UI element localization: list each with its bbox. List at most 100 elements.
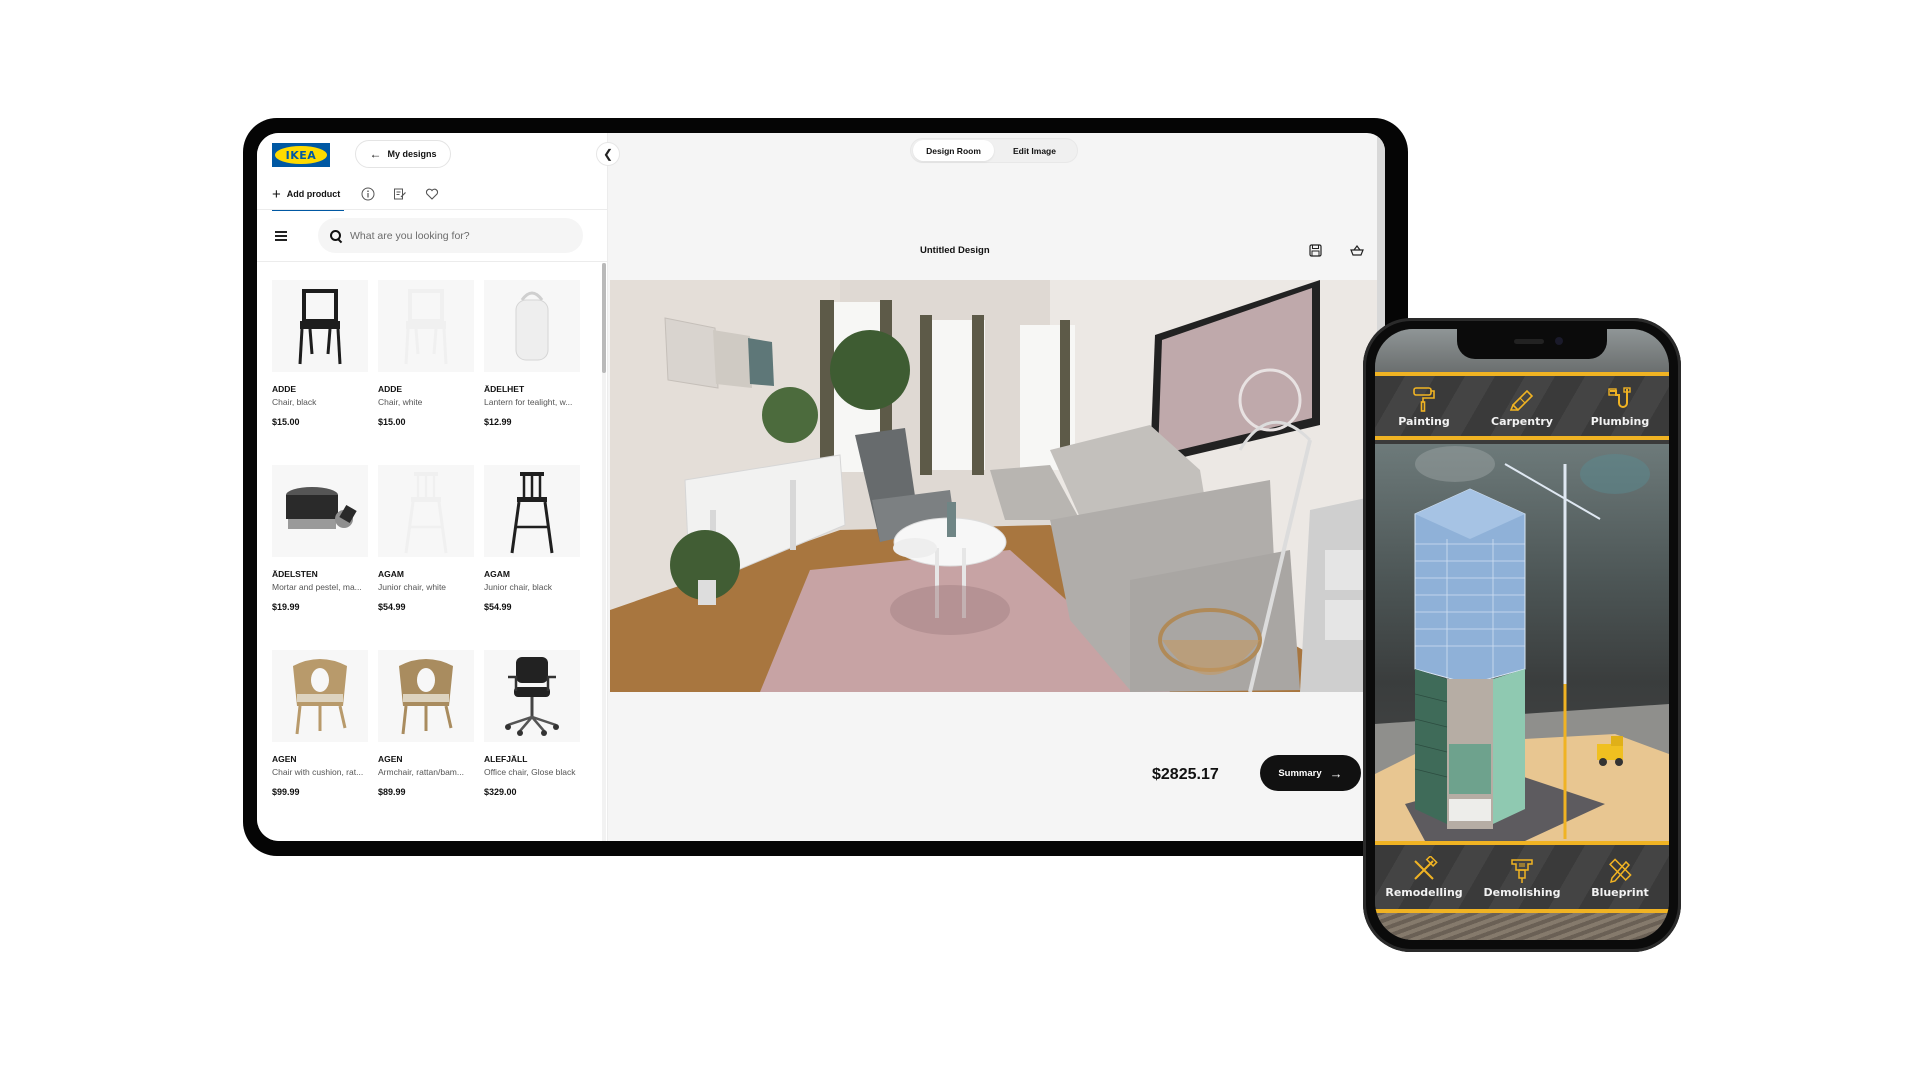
- phone-device: Painting Carpentry Plumbing Remodelling …: [1363, 318, 1681, 952]
- product-image[interactable]: [272, 280, 368, 372]
- product-description: Chair, white: [378, 397, 423, 407]
- product-price: $54.99: [378, 602, 406, 612]
- product-price: $15.00: [378, 417, 406, 427]
- summary-label: Summary: [1278, 767, 1322, 779]
- phone-notch: [1457, 329, 1607, 359]
- product-price: $15.00: [272, 417, 300, 427]
- tab-edit-image[interactable]: Edit Image: [994, 140, 1075, 161]
- product-description: Office chair, Glose black: [484, 767, 576, 777]
- jackhammer-icon: [1511, 858, 1533, 883]
- search-field[interactable]: [318, 218, 583, 253]
- tab-design-room[interactable]: Design Room: [913, 140, 994, 161]
- hammer-wrench-icon: [1414, 855, 1438, 880]
- menu-icon[interactable]: [275, 231, 287, 241]
- product-card[interactable]: ADDE Chair, white $15.00: [378, 280, 484, 455]
- product-name: AGEN: [272, 754, 297, 764]
- product-card[interactable]: ADDE Chair, black $15.00: [272, 280, 378, 455]
- product-name: AGAM: [484, 569, 510, 579]
- scrollbar-thumb[interactable]: [602, 263, 606, 373]
- search-icon: [330, 229, 342, 242]
- service-plumbing[interactable]: Plumbing: [1575, 385, 1665, 428]
- product-image[interactable]: [484, 650, 580, 742]
- product-description: Junior chair, white: [378, 582, 447, 592]
- view-mode-toggle: Design Room Edit Image: [910, 138, 1078, 163]
- divider: [257, 261, 607, 262]
- pipe-icon: [1608, 386, 1631, 408]
- save-icon[interactable]: [1308, 243, 1322, 257]
- product-sidebar: IKEA ← My designs + Add product What are…: [257, 133, 608, 841]
- product-name: ÄDELSTEN: [272, 569, 318, 579]
- product-card[interactable]: ÄDELHET Lantern for tealight, w... $12.99: [484, 280, 590, 455]
- product-description: Lantern for tealight, w...: [484, 397, 573, 407]
- product-price: $99.99: [272, 787, 300, 797]
- product-card[interactable]: AGAM Junior chair, black $54.99: [484, 465, 590, 640]
- ikea-logo[interactable]: IKEA: [272, 143, 330, 167]
- marketing-composite: IKEA ← My designs + Add product What are…: [0, 0, 1920, 1080]
- product-description: Chair with cushion, rat...: [272, 767, 364, 777]
- top-services-bar: Painting Carpentry Plumbing: [1375, 372, 1669, 440]
- product-image[interactable]: [484, 465, 580, 557]
- my-designs-button[interactable]: ← My designs: [355, 140, 451, 168]
- summary-button[interactable]: Summary →: [1260, 755, 1361, 791]
- product-price: $54.99: [484, 602, 512, 612]
- arrow-left-icon: ←: [369, 147, 382, 161]
- sidebar-toolbar: + Add product: [272, 179, 440, 211]
- product-card[interactable]: ALEFJÄLL Office chair, Glose black $329.00: [484, 650, 590, 825]
- product-description: Junior chair, black: [484, 582, 553, 592]
- background-texture: [1375, 913, 1669, 940]
- saw-icon: [1509, 389, 1534, 411]
- product-grid: ADDE Chair, black $15.00 ADDE Chair, white $1…: [272, 280, 592, 825]
- service-painting[interactable]: Painting: [1379, 385, 1469, 428]
- product-image[interactable]: [378, 280, 474, 372]
- design-title: Untitled Design: [920, 245, 990, 256]
- room-render-canvas[interactable]: [610, 280, 1380, 692]
- ar-building-view[interactable]: [1375, 444, 1669, 841]
- product-image[interactable]: [378, 650, 474, 742]
- chevron-left-icon: ❮: [602, 147, 614, 161]
- collapse-sidebar-button[interactable]: ❮: [596, 142, 620, 166]
- service-remodelling[interactable]: Remodelling: [1379, 855, 1469, 899]
- product-name: ADDE: [378, 384, 403, 394]
- divider: [257, 209, 607, 210]
- heart-icon[interactable]: [424, 186, 440, 202]
- basket-icon[interactable]: [1350, 243, 1364, 257]
- product-card[interactable]: AGEN Armchair, rattan/bam... $89.99: [378, 650, 484, 825]
- arrow-right-icon: →: [1329, 765, 1343, 781]
- search-input[interactable]: [350, 229, 550, 242]
- service-carpentry[interactable]: Carpentry: [1477, 385, 1567, 428]
- product-name: ADDE: [272, 384, 297, 394]
- ikea-planner-app: IKEA ← My designs + Add product What are…: [257, 133, 1385, 841]
- bottom-services-bar: Remodelling Demolishing Blueprint: [1375, 841, 1669, 913]
- tablet-device: IKEA ← My designs + Add product What are…: [243, 118, 1408, 856]
- my-designs-label: My designs: [387, 149, 437, 159]
- product-image[interactable]: [272, 650, 368, 742]
- logo-text: IKEA: [285, 148, 317, 162]
- product-price: $329.00: [484, 787, 517, 797]
- living-room-render: [610, 280, 1380, 692]
- product-name: ALEFJÄLL: [484, 754, 528, 764]
- ruler-pencil-icon: [1609, 857, 1632, 883]
- product-card[interactable]: ÄDELSTEN Mortar and pestel, ma... $19.99: [272, 465, 378, 640]
- tab-add-product[interactable]: + Add product: [272, 179, 345, 211]
- product-price: $19.99: [272, 602, 300, 612]
- product-image[interactable]: [272, 465, 368, 557]
- product-name: AGAM: [378, 569, 404, 579]
- product-description: Chair, black: [272, 397, 317, 407]
- building-3d-model: [1375, 444, 1669, 841]
- add-product-label: Add product: [286, 189, 341, 199]
- info-icon[interactable]: [360, 186, 376, 202]
- product-card[interactable]: AGAM Junior chair, white $54.99: [378, 465, 484, 640]
- product-price: $12.99: [484, 417, 512, 427]
- edit-list-icon[interactable]: [392, 186, 408, 202]
- product-image[interactable]: [378, 465, 474, 557]
- plus-icon: +: [272, 185, 281, 203]
- product-description: Mortar and pestel, ma...: [272, 582, 362, 592]
- total-price: $2825.17: [1152, 766, 1219, 783]
- product-price: $89.99: [378, 787, 406, 797]
- paint-roller-icon: [1413, 386, 1435, 412]
- product-list-scrollbar[interactable]: [602, 263, 606, 841]
- product-image[interactable]: [484, 280, 580, 372]
- service-blueprint[interactable]: Blueprint: [1575, 856, 1665, 899]
- product-card[interactable]: AGEN Chair with cushion, rat... $99.99: [272, 650, 378, 825]
- service-demolishing[interactable]: Demolishing: [1477, 856, 1567, 899]
